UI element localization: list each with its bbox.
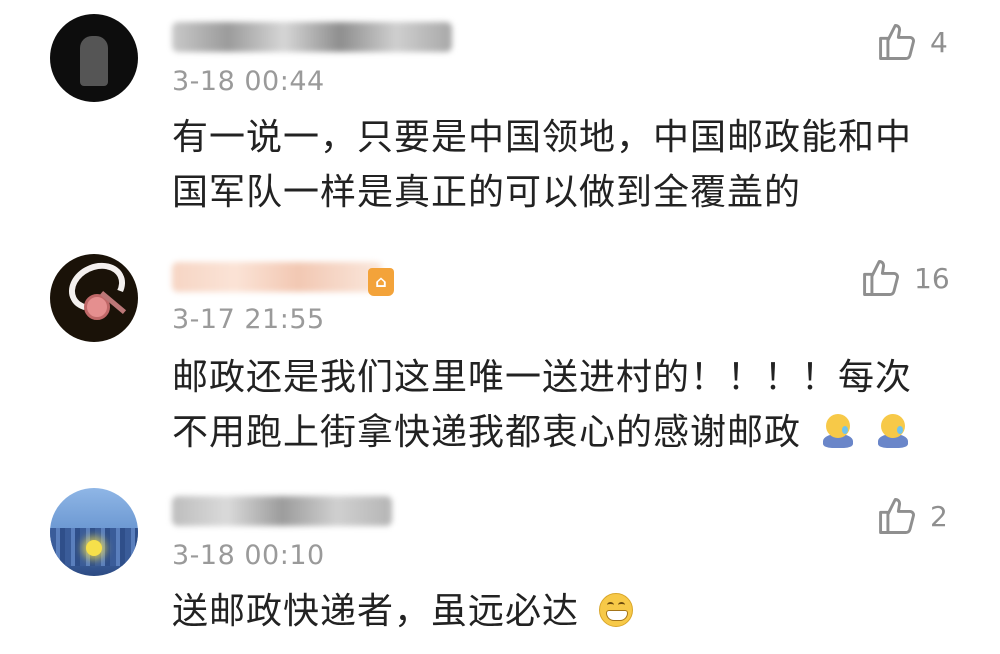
username-redacted[interactable] [172, 22, 452, 52]
comment-text-line: 送邮政快递者，虽远必达 [172, 591, 580, 632]
comment-text-line: 有一说一，只要是中国领地，中国邮政能和中 [172, 117, 913, 158]
comment-text: 邮政还是我们这里唯一送进村的！！！！每次 不用跑上街拿快递我都衷心的感谢邮政 [172, 350, 952, 460]
thumbs-up-icon [879, 498, 915, 534]
username-redacted[interactable] [172, 262, 382, 292]
comment-text-line-with-emoji: 送邮政快递者，虽远必达 [172, 584, 952, 639]
comment-time: 3-17 21:55 [172, 304, 325, 335]
thumbs-up-icon [863, 260, 899, 296]
like-button[interactable]: 16 [860, 256, 950, 300]
crying-emoji-icon [876, 414, 910, 448]
comment-text: 送邮政快递者，虽远必达 [172, 584, 952, 639]
comment-text-line: 国军队一样是真正的可以做到全覆盖的 [172, 172, 802, 213]
thumbs-up-icon [879, 24, 915, 60]
grin-emoji-icon [599, 593, 634, 627]
like-count: 2 [930, 499, 948, 533]
username-redacted[interactable] [172, 496, 392, 526]
avatar[interactable] [50, 254, 138, 342]
comment-text: 有一说一，只要是中国领地，中国邮政能和中 国军队一样是真正的可以做到全覆盖的 [172, 110, 952, 220]
comment-time: 3-18 00:44 [172, 66, 325, 97]
like-button[interactable]: 2 [876, 494, 948, 538]
comment-text-line: 不用跑上街拿快递我都衷心的感谢邮政 [172, 412, 802, 453]
vip-badge-icon: ⌂ [368, 268, 394, 296]
like-count: 16 [914, 261, 950, 295]
comment-time: 3-18 00:10 [172, 540, 325, 571]
comment-text-line-with-emoji: 不用跑上街拿快递我都衷心的感谢邮政 [172, 405, 952, 460]
avatar[interactable] [50, 488, 138, 576]
like-button[interactable]: 4 [876, 20, 948, 64]
avatar[interactable] [50, 14, 138, 102]
comment-text-line: 邮政还是我们这里唯一送进村的！！！！每次 [172, 357, 913, 398]
like-count: 4 [930, 25, 948, 59]
crying-emoji-icon [821, 414, 855, 448]
